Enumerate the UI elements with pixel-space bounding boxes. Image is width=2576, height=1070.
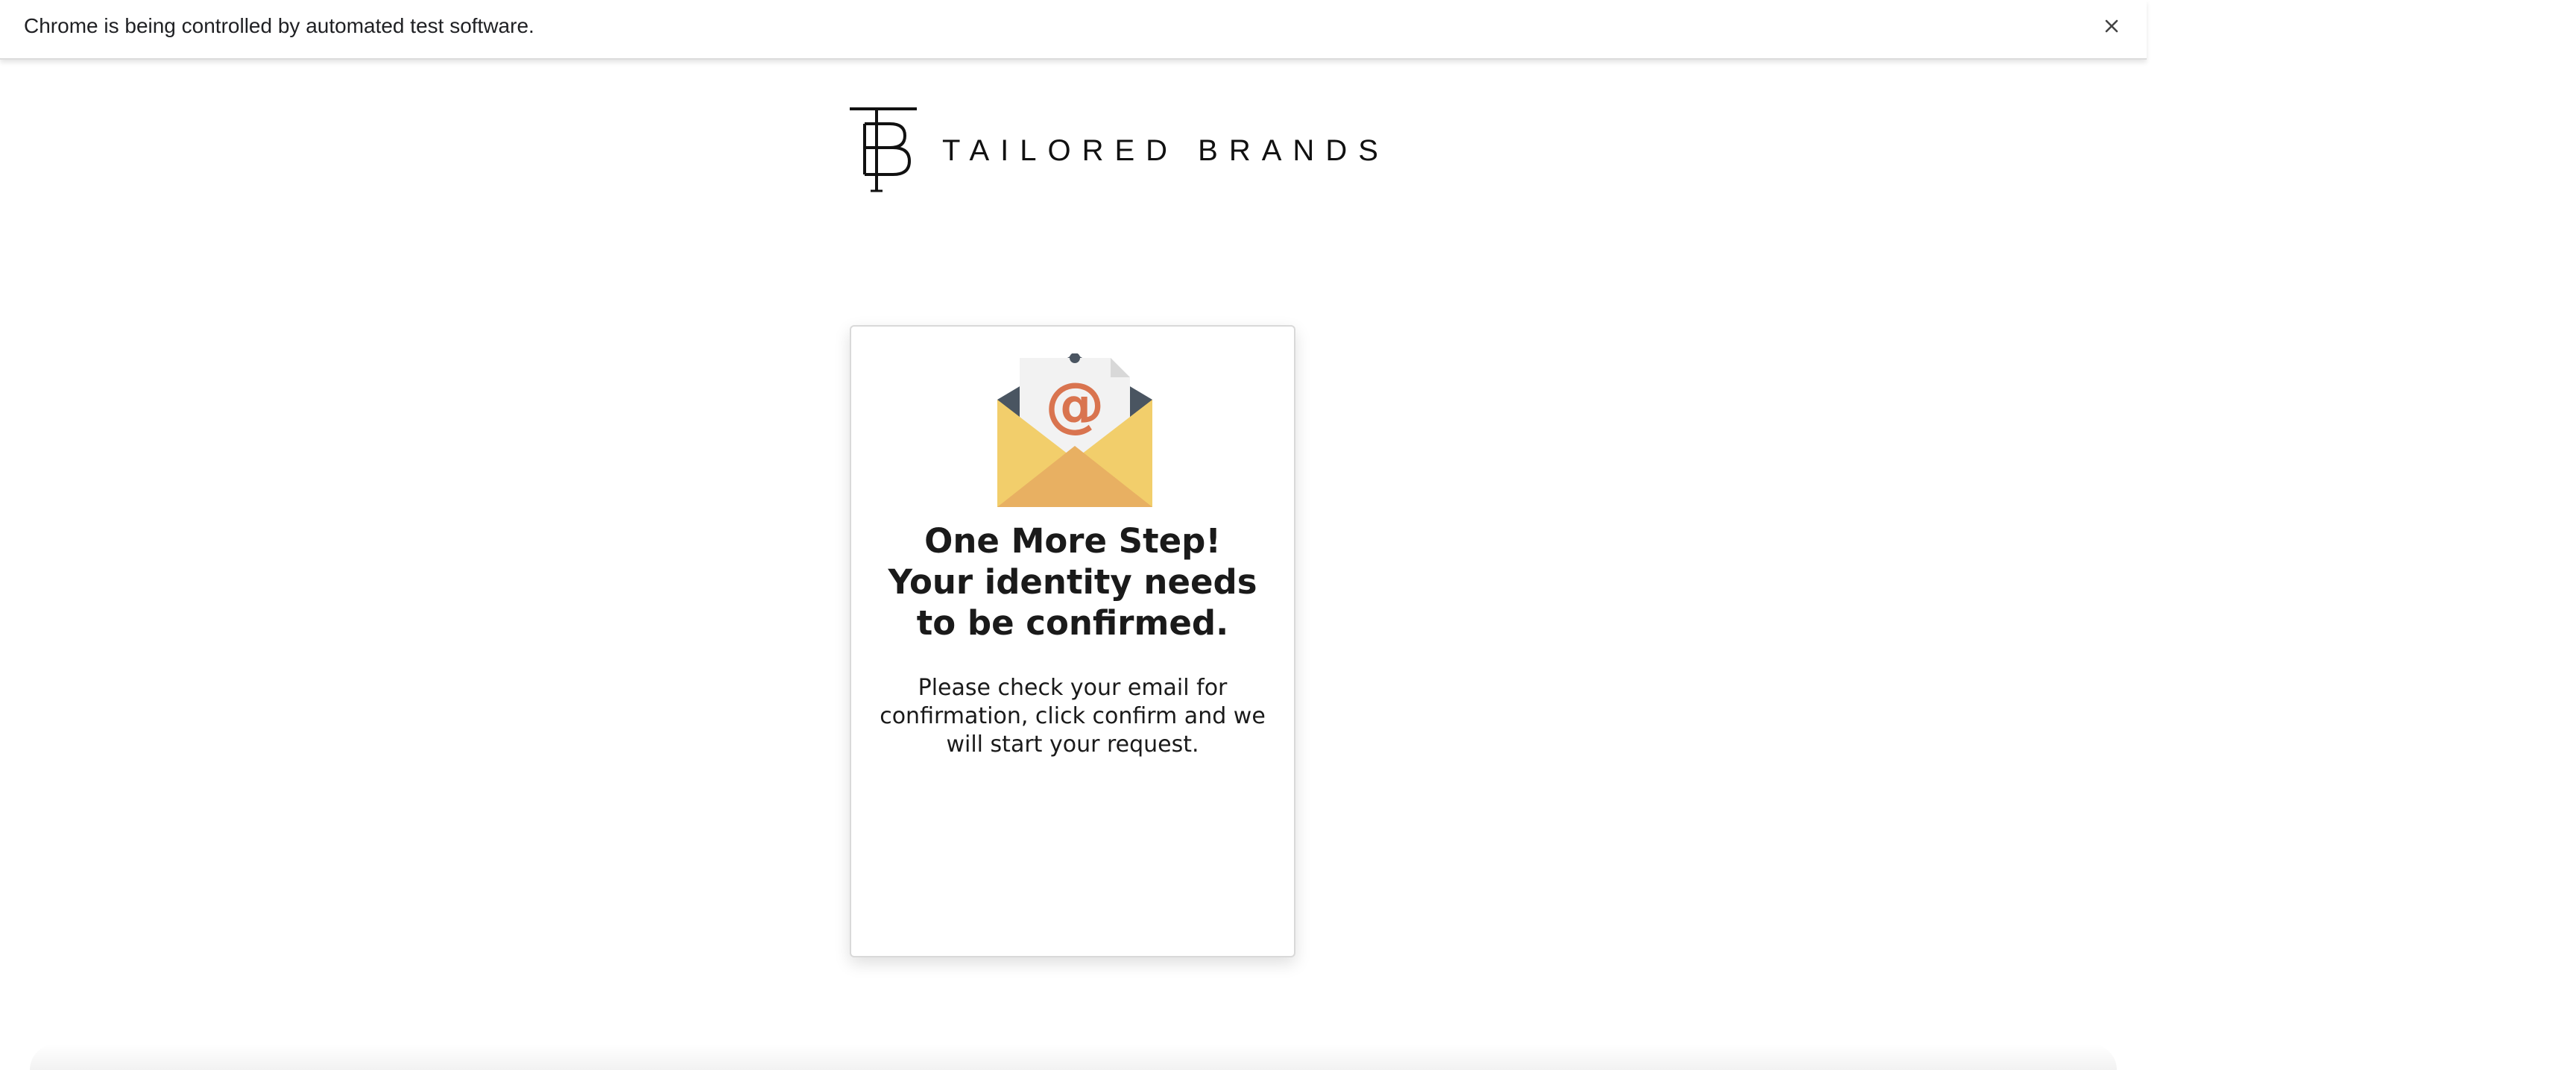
infobar-close-button[interactable] [2097,12,2126,40]
brand-name: TAILORED BRANDS [942,133,1389,167]
bottom-shadow-divider [30,1044,2117,1070]
email-envelope-icon: @ [997,353,1152,507]
page: Chrome is being controlled by automated … [0,0,2576,1070]
heading-line-2: Your identity needs to be confirmed. [888,562,1257,643]
close-icon [2105,19,2118,33]
svg-text:@: @ [1045,370,1105,439]
confirmation-card: @ One More Step! Your identity needs to … [850,325,1295,957]
automation-infobar: Chrome is being controlled by automated … [0,0,2147,60]
heading-line-1: One More Step! [924,521,1221,561]
confirmation-heading: One More Step! Your identity needs to be… [866,520,1279,643]
confirmation-message: Please check your email for confirmation… [880,675,1266,758]
tailored-brands-monogram-icon [850,107,917,192]
infobar-message: Chrome is being controlled by automated … [24,14,534,37]
brand-logo[interactable]: TAILORED BRANDS [848,104,1389,197]
